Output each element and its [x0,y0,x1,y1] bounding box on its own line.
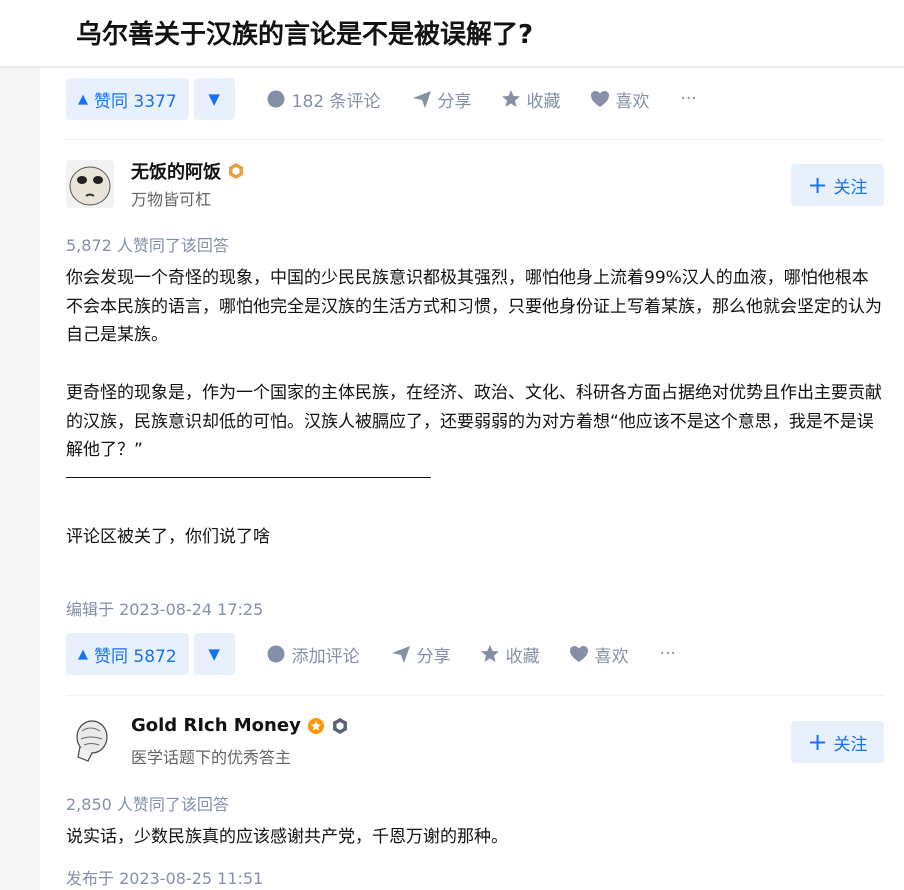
collect-label: 收藏 [505,646,540,667]
heart-icon [590,91,609,107]
divider [66,139,884,140]
avatar-image [66,160,114,208]
share-button[interactable]: 分享 [412,87,472,112]
comments-label: 182 条评论 [291,91,381,112]
follow-label: 关注 [833,177,868,198]
star-icon [501,90,520,107]
add-comment-button[interactable]: 添加评论 [266,642,360,667]
horizontal-rule [66,476,431,478]
triangle-down-icon: ▼ [208,645,220,663]
edit-time[interactable]: 编辑于 2023-08-24 17:25 [66,596,263,620]
answer-paragraph: 更奇怪的现象是，作为一个国家的主体民族，在经济、政治、文化、科研各方面占据绝对优… [66,382,882,461]
plus-icon: + [807,171,828,199]
like-label: 喜欢 [615,91,650,112]
question-title[interactable]: 乌尔善关于汉族的言论是不是被误解了? [76,17,533,53]
heart-icon [569,646,588,662]
excellent-answerer-badge-icon [307,717,324,734]
triangle-up-icon: ▲ [78,91,88,107]
vote-count-text: 2,850 人赞同了该回答 [66,795,229,814]
more-button[interactable]: ··· [681,89,697,109]
comment-bubble-icon [267,645,285,663]
star-icon [480,645,499,662]
triangle-down-icon: ▼ [208,90,220,108]
more-dots-icon: ··· [680,89,697,109]
collect-button[interactable]: 收藏 [501,87,561,112]
answer-paragraph: 说实话，少数民族真的应该感谢共产党，千恩万谢的那种。 [66,827,508,847]
like-button[interactable]: 喜欢 [569,642,629,667]
paper-plane-icon [391,646,410,663]
follow-button[interactable]: + 关注 [791,164,884,206]
author-avatar[interactable] [66,717,114,765]
question-header: 乌尔善关于汉族的言论是不是被误解了? [0,0,904,67]
hexagon-badge-icon [332,717,347,734]
avatar-image [66,717,114,765]
answer-paragraph: 评论区被关了，你们说了啥 [66,526,270,547]
upvote-button[interactable]: ▲ 赞同 5872 [66,633,189,675]
downvote-button[interactable]: ▼ [193,633,235,675]
comments-button[interactable]: 182 条评论 [266,87,381,112]
comment-bubble-icon [267,90,285,108]
question-action-bar: ▲ 赞同 3377 ▼ 182 条评论 分享 收藏 喜欢 ··· [66,77,697,121]
collect-button[interactable]: 收藏 [480,642,540,667]
answer-list: ▲ 赞同 3377 ▼ 182 条评论 分享 收藏 喜欢 ··· 无饭的阿饭 万… [40,68,904,890]
follow-button[interactable]: + 关注 [791,721,884,763]
author-bio: 万物皆可杠 [131,190,212,209]
more-dots-icon: ··· [659,644,676,664]
like-label: 喜欢 [594,646,629,667]
answer-action-bar: ▲ 赞同 5872 ▼ 添加评论 分享 收藏 喜欢 ··· [66,632,676,676]
share-button[interactable]: 分享 [391,642,451,667]
answer-content: 你会发现一个奇怪的现象，中国的少民民族意识都极其强烈，哪怕他身上流着99%汉人的… [66,264,882,552]
add-comment-label: 添加评论 [291,646,360,667]
answer-paragraph: 你会发现一个奇怪的现象，中国的少民民族意识都极其强烈，哪怕他身上流着99%汉人的… [66,268,882,346]
upvote-button[interactable]: ▲ 赞同 3377 [66,78,189,120]
author-name[interactable]: Gold RIch Money [131,715,301,736]
triangle-up-icon: ▲ [78,646,88,662]
downvote-button[interactable]: ▼ [193,78,235,120]
upvote-label: 赞同 3377 [94,91,177,112]
follow-label: 关注 [833,734,868,755]
author-name-row: Gold RIch Money [131,715,349,736]
plus-icon: + [807,728,828,756]
author-bio: 医学话题下的优秀答主 [131,748,292,767]
hexagon-badge-icon [229,163,243,179]
more-button[interactable]: ··· [660,644,676,664]
upvote-label: 赞同 5872 [94,646,177,667]
vote-count-text: 5,872 人赞同了该回答 [66,236,229,255]
share-label: 分享 [437,91,472,112]
share-label: 分享 [416,646,451,667]
collect-label: 收藏 [526,91,561,112]
paper-plane-icon [412,91,431,108]
author-avatar[interactable] [66,160,114,208]
author-name-row: 无饭的阿饭 [131,158,245,184]
divider [66,695,884,696]
like-button[interactable]: 喜欢 [590,87,650,112]
author-name[interactable]: 无饭的阿饭 [131,158,221,184]
publish-time[interactable]: 发布于 2023-08-25 11:51 [66,865,263,889]
answer-content: 说实话，少数民族真的应该感谢共产党，千恩万谢的那种。 [66,823,882,852]
